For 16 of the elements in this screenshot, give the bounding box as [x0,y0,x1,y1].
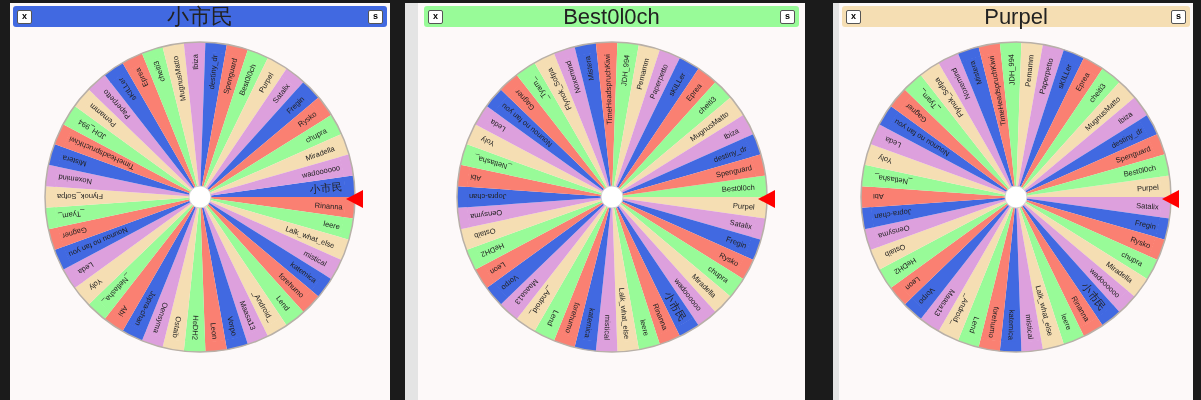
wheel-title: Purpel [984,5,1048,28]
square-button[interactable]: s [368,9,383,24]
pointer-icon [1162,190,1179,208]
close-button[interactable]: x [428,9,443,24]
wheel-title: 小市民 [167,5,233,28]
pointer-icon [757,190,775,208]
square-button[interactable]: s [1171,9,1186,24]
close-button[interactable]: x [846,9,861,24]
wheel-hub [188,185,212,209]
close-button[interactable]: x [17,9,32,24]
wheel-title: Best0l0ch [563,5,660,28]
wheel-hub [1004,185,1028,209]
segment-label: 小市民 [309,180,344,195]
wheel-hub [600,185,623,209]
pointer-icon [346,190,363,208]
square-button[interactable]: s [780,9,795,24]
